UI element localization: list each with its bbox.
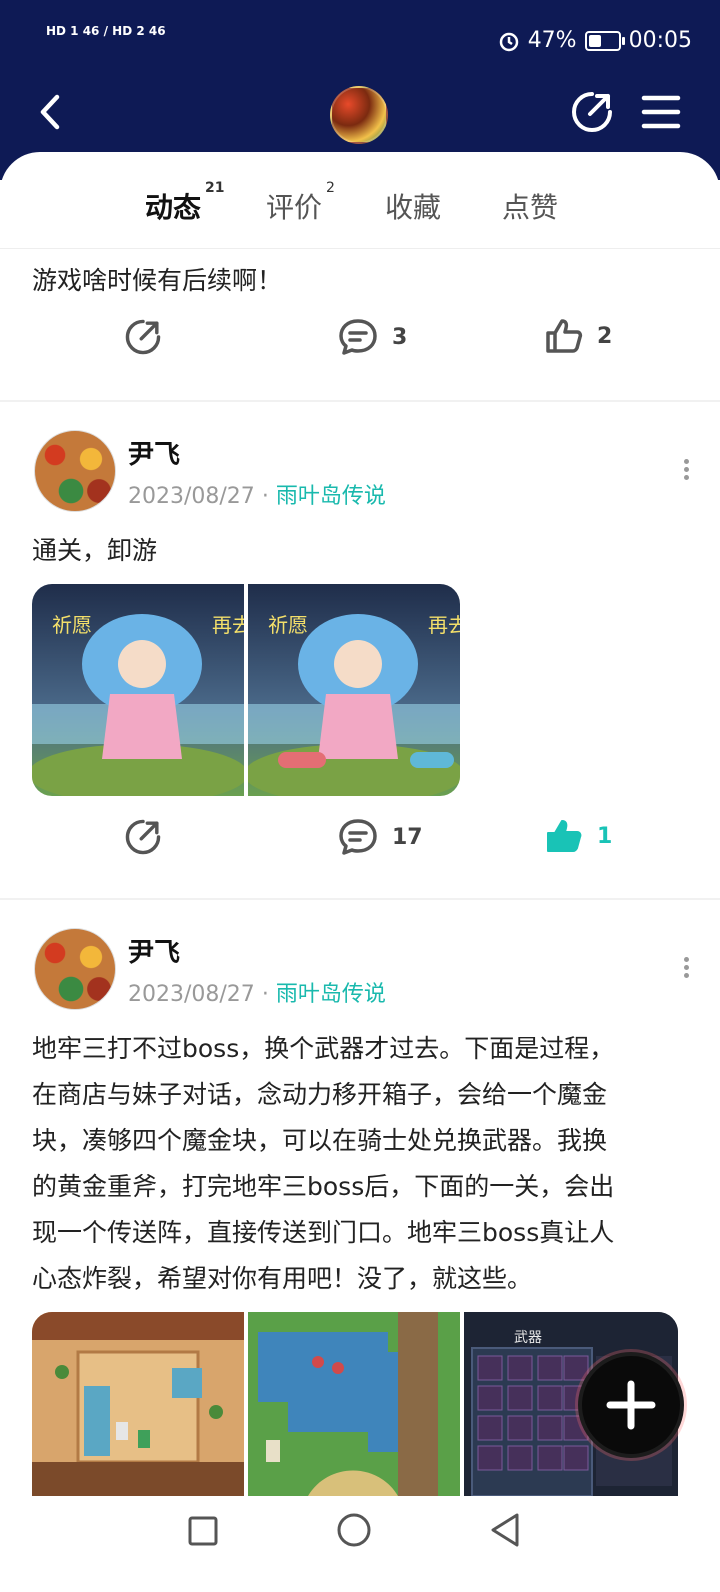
battery-percent: 47% <box>527 28 577 53</box>
share-icon <box>572 92 612 132</box>
comment-action[interactable]: 3 <box>338 318 407 356</box>
tab-reviews-count: 2 <box>326 180 335 196</box>
post-text: 地牢三打不过boss，换个武器才过去。下面是过程， 在商店与妹子对话，念动力移开… <box>32 1026 692 1302</box>
status-right: 47% 00:05 <box>498 28 692 53</box>
divider <box>0 898 720 900</box>
post-date: 2023/08/27 <box>128 982 255 1007</box>
like-icon <box>547 820 582 852</box>
share-button[interactable] <box>570 90 614 134</box>
back-button[interactable] <box>30 92 70 132</box>
inventory-title: 武器 <box>514 1330 542 1346</box>
author-name[interactable]: 尹飞 <box>128 932 180 969</box>
menu-icon <box>641 95 681 129</box>
post-image[interactable] <box>248 1312 460 1496</box>
text-line: 在商店与妹子对话，念动力移开箱子，会给一个魔金 <box>32 1080 608 1109</box>
tab-bar: 动态21 评价2 收藏 点赞 <box>0 152 720 249</box>
meta-separator: · <box>261 982 269 1007</box>
post-meta: 2023/08/27 · 雨叶岛传说 <box>128 478 386 510</box>
tab-reviews[interactable]: 评价2 <box>266 180 335 226</box>
post-text: 游戏啥时候有后续啊！ <box>32 266 283 295</box>
post-image[interactable]: 祈愿 再去 <box>32 584 244 796</box>
share-icon <box>125 819 161 855</box>
avatar[interactable] <box>34 928 116 1010</box>
tab-activity-label: 动态 <box>145 191 202 224</box>
author-name[interactable]: 尹飞 <box>128 434 180 471</box>
tab-favorites[interactable]: 收藏 <box>385 186 441 226</box>
comment-count: 17 <box>392 824 423 850</box>
comment-count: 3 <box>392 324 408 350</box>
more-icon <box>682 459 690 480</box>
plus-icon <box>606 1380 656 1430</box>
avatar[interactable] <box>34 430 116 512</box>
home-button[interactable] <box>336 1512 372 1548</box>
tab-activity[interactable]: 动态21 <box>145 180 225 228</box>
create-post-button[interactable] <box>578 1352 684 1458</box>
share-action[interactable] <box>124 818 162 856</box>
battery-icon <box>584 30 625 51</box>
post-header: 尹飞 2023/08/27 · 雨叶岛传说 <box>34 430 694 520</box>
image-caption: 祈愿 <box>52 613 92 637</box>
share-action[interactable] <box>124 318 162 356</box>
status-bar: HD 1 46 / HD 2 46 47% 00:05 <box>0 0 720 80</box>
back-icon <box>40 94 60 130</box>
post-date: 2023/08/27 <box>128 484 255 509</box>
more-button[interactable] <box>682 954 690 982</box>
like-action[interactable]: 2 <box>545 318 612 354</box>
comment-action[interactable]: 17 <box>338 818 423 856</box>
post-image[interactable]: 祈愿 再去 <box>248 584 460 796</box>
post-text: 通关，卸游 <box>32 536 158 565</box>
text-line: 地牢三打不过boss，换个武器才过去。下面是过程， <box>32 1034 615 1063</box>
back-nav-button[interactable] <box>488 1512 522 1548</box>
tab-likes[interactable]: 点赞 <box>502 186 558 226</box>
game-avatar[interactable] <box>330 86 388 144</box>
image-caption: 再去 <box>428 613 460 637</box>
comment-icon <box>339 819 377 855</box>
like-count: 2 <box>597 323 613 349</box>
triangle-nav-icon <box>491 1513 519 1547</box>
recents-button[interactable] <box>186 1514 220 1548</box>
system-nav-bar <box>0 1496 720 1592</box>
text-line: 现一个传送阵，直接传送到门口。地牢三boss真让人 <box>32 1218 615 1247</box>
post-image[interactable] <box>32 1312 244 1496</box>
post-actions: 17 1 <box>0 818 720 878</box>
clock: 00:05 <box>628 28 692 53</box>
like-count: 1 <box>597 823 613 849</box>
alarm-icon <box>499 32 518 51</box>
image-caption: 祈愿 <box>268 613 308 637</box>
post-header: 尹飞 2023/08/27 · 雨叶岛传说 <box>34 928 694 1018</box>
post-meta: 2023/08/27 · 雨叶岛传说 <box>128 976 386 1008</box>
share-icon <box>125 319 161 355</box>
comment-icon <box>339 319 377 355</box>
tab-favorites-label: 收藏 <box>385 191 442 224</box>
tab-reviews-label: 评价 <box>266 191 323 224</box>
menu-button[interactable] <box>640 92 682 132</box>
meta-separator: · <box>261 484 269 509</box>
like-action[interactable]: 1 <box>545 818 612 854</box>
tab-activity-count: 21 <box>205 180 225 196</box>
game-link[interactable]: 雨叶岛传说 <box>276 484 386 509</box>
text-line: 块，凑够四个魔金块，可以在骑士处兑换武器。我换 <box>32 1126 608 1155</box>
post-actions: 3 2 <box>0 318 720 378</box>
text-line: 心态炸裂，希望对你有用吧！没了，就这些。 <box>32 1264 533 1293</box>
tab-likes-label: 点赞 <box>502 191 559 224</box>
game-link[interactable]: 雨叶岛传说 <box>276 982 386 1007</box>
more-button[interactable] <box>682 456 690 484</box>
more-icon <box>682 957 690 978</box>
signal-text: HD 1 46 / HD 2 46 <box>46 24 166 38</box>
circle-nav-icon <box>337 1513 371 1547</box>
text-line: 的黄金重斧，打完地牢三boss后，下面的一关，会出 <box>32 1172 615 1201</box>
image-caption: 再去 <box>212 613 244 637</box>
divider <box>0 400 720 402</box>
like-icon <box>546 319 583 353</box>
square-nav-icon <box>188 1516 218 1546</box>
signal-indicators: HD 1 46 / HD 2 46 <box>46 24 166 38</box>
